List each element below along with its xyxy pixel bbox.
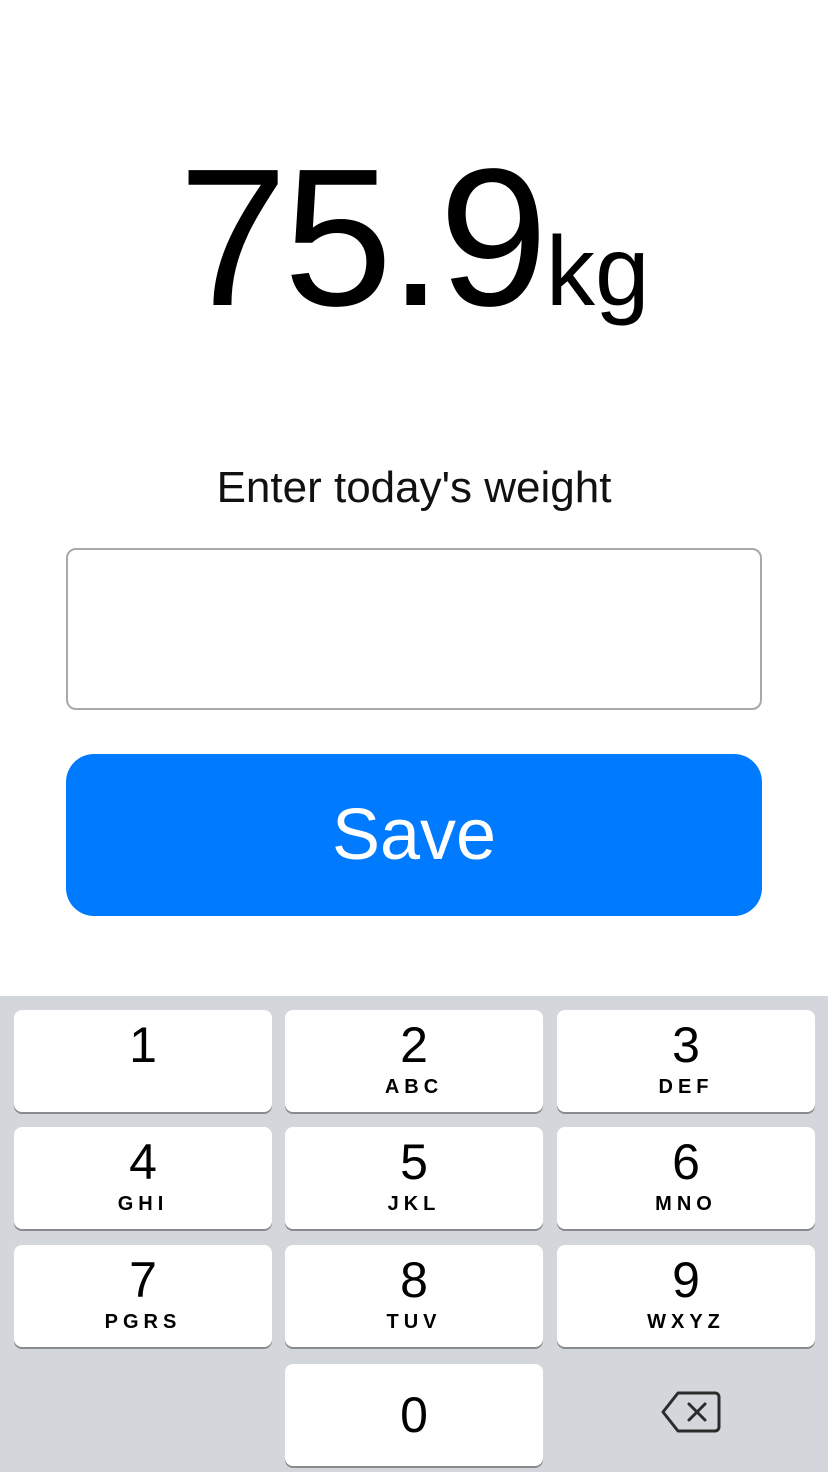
key-7[interactable]: 7 PGRS (14, 1245, 272, 1347)
key-6[interactable]: 6 MNO (557, 1127, 815, 1229)
weight-unit: kg (545, 216, 650, 326)
key-5[interactable]: 5 JKL (285, 1127, 543, 1229)
key-digit: 1 (129, 1017, 157, 1073)
key-letters: MNO (655, 1193, 717, 1215)
key-digit: 8 (400, 1252, 428, 1308)
weight-value: 75.9 (178, 128, 548, 347)
key-letters: DEF (658, 1076, 714, 1098)
key-8[interactable]: 8 TUV (285, 1245, 543, 1347)
key-digit: 3 (672, 1017, 700, 1073)
weight-input[interactable] (66, 548, 762, 710)
key-digit: 6 (672, 1134, 700, 1190)
key-0[interactable]: 0 (285, 1364, 543, 1466)
backspace-icon[interactable] (660, 1390, 722, 1434)
key-letters: JKL (387, 1193, 441, 1215)
key-digit: 0 (400, 1387, 428, 1443)
key-1[interactable]: 1 (14, 1010, 272, 1112)
key-letters: PGRS (104, 1311, 182, 1333)
key-4[interactable]: 4 GHI (14, 1127, 272, 1229)
key-letters: ABC (384, 1076, 444, 1098)
key-digit: 7 (129, 1252, 157, 1308)
key-9[interactable]: 9 WXYZ (557, 1245, 815, 1347)
weight-entry-screen: 75.9 kg Enter today's weight Save 1 2 AB… (0, 0, 828, 1472)
current-weight-display: 75.9 kg (0, 140, 828, 340)
key-letters: WXYZ (647, 1311, 725, 1333)
key-letters: GHI (117, 1193, 169, 1215)
key-letters: TUV (386, 1311, 442, 1333)
backspace-icon-glyph (661, 1391, 721, 1433)
key-digit: 4 (129, 1134, 157, 1190)
key-digit: 5 (400, 1134, 428, 1190)
key-digit: 2 (400, 1017, 428, 1073)
key-digit: 9 (672, 1252, 700, 1308)
save-button[interactable]: Save (66, 754, 762, 916)
key-3[interactable]: 3 DEF (557, 1010, 815, 1112)
key-2[interactable]: 2 ABC (285, 1010, 543, 1112)
weight-prompt-label: Enter today's weight (216, 463, 612, 512)
